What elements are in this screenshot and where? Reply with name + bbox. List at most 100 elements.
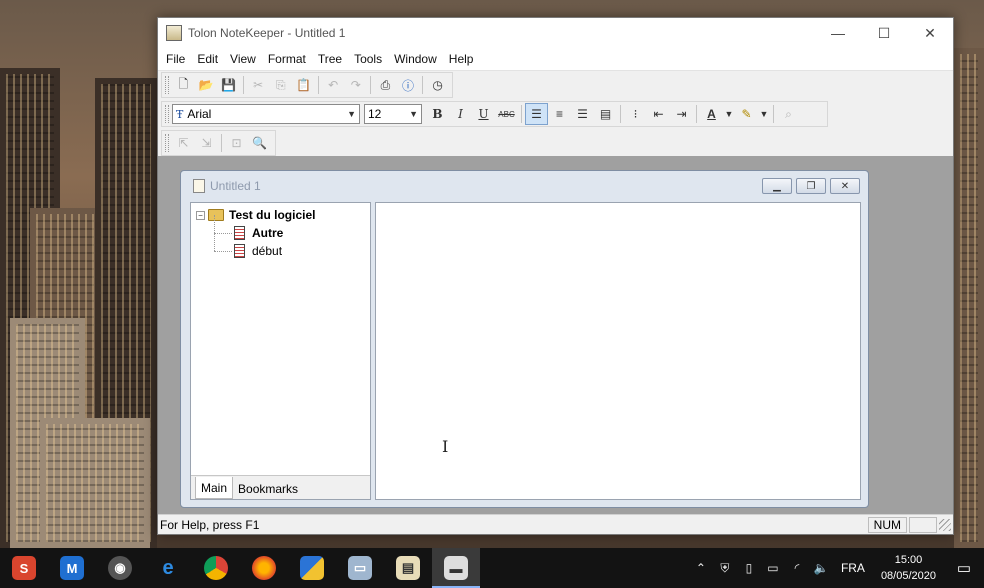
clock[interactable]: 15:00 08/05/2020 [873,552,944,584]
tree-node-autre[interactable]: Autre [196,215,370,242]
child-restore-button[interactable]: ❐ [796,178,826,194]
tab-main[interactable]: Main [195,477,234,499]
taskbar-app[interactable]: e [144,548,192,588]
underline-button[interactable]: U [472,103,495,125]
move-node-down-icon[interactable]: ⇲ [195,132,218,154]
strikethrough-button[interactable]: ABC [495,103,518,125]
paste-icon[interactable]: 📋 [292,74,315,96]
taskbar-app[interactable]: ▤ [384,548,432,588]
resize-grip[interactable] [939,518,951,531]
chevron-down-icon: ▼ [347,109,356,119]
truetype-font-icon: Ŧ [176,108,184,121]
taskbar-app[interactable]: ◉ [96,548,144,588]
font-family-select[interactable]: Ŧ Arial ▼ [172,104,360,124]
document-icon[interactable] [193,179,205,193]
taskbar-app[interactable] [288,548,336,588]
menu-window[interactable]: Window [388,52,443,66]
taskbar-app[interactable]: M [48,548,96,588]
tree-node-label: Autre [252,226,284,240]
align-center-icon[interactable]: ≡ [548,103,571,125]
tree-node-debut[interactable]: début [196,233,370,260]
help-icon[interactable]: ⓘ [397,74,420,96]
menu-file[interactable]: File [160,52,191,66]
new-icon[interactable]: 🗋 [172,74,195,96]
menu-view[interactable]: View [224,52,262,66]
justify-icon[interactable]: ▤ [594,103,617,125]
taskbar-app-active[interactable]: ▬ [432,548,480,588]
highlight-icon[interactable]: ✎ [735,103,758,125]
maximize-button[interactable]: ☐ [861,18,907,48]
clock-date: 08/05/2020 [880,570,936,582]
decrease-indent-icon[interactable]: ⇤ [647,103,670,125]
save-icon[interactable]: 💾 [217,74,240,96]
standard-toolbar: 🗋 📂 💾 ✂ ⎘ 📋 ↶ ↷ ⎙ ⓘ ◷ [161,72,453,98]
minimize-button[interactable]: — [815,18,861,48]
redo-icon[interactable]: ↷ [344,74,367,96]
notification-icon[interactable]: ▭ [944,559,984,577]
taskbar: S M ◉ e ▭ ▤ ▬ ⌃ ⛨ ▯ ▭ ◜ 🔈 FRA 15:00 08/0… [0,548,984,588]
increase-indent-icon[interactable]: ⇥ [670,103,693,125]
find-icon[interactable]: ⌕ [777,103,800,125]
menu-format[interactable]: Format [262,52,312,66]
menu-help[interactable]: Help [443,52,480,66]
taskbar-app[interactable] [240,548,288,588]
language-indicator[interactable]: FRA [833,561,873,575]
title-bar[interactable]: Tolon NoteKeeper - Untitled 1 — ☐ ✕ [158,18,953,48]
chevron-down-icon[interactable]: ▼ [723,103,735,125]
wifi-icon[interactable]: ◜ [785,561,809,575]
move-node-up-icon[interactable]: ⇱ [172,132,195,154]
clock-time: 15:00 [894,554,923,566]
usb-icon[interactable]: ▯ [737,561,761,575]
volume-icon[interactable]: 🔈 [809,561,833,575]
copy-icon[interactable]: ⎘ [270,74,293,96]
open-icon[interactable]: 📂 [195,74,218,96]
fit-icon[interactable]: ⊡ [225,132,248,154]
align-left-icon[interactable]: ☰ [525,103,548,125]
toolbar-grip[interactable] [165,105,169,123]
taskbar-app[interactable]: S [0,548,48,588]
note-editor[interactable]: I [375,202,861,500]
document-title-bar[interactable]: Untitled 1 ▁ ❐ ✕ [181,171,868,201]
menu-edit[interactable]: Edit [191,52,224,66]
document-title: Untitled 1 [210,179,261,193]
child-close-button[interactable]: ✕ [830,178,860,194]
print-icon[interactable]: ⎙ [374,74,397,96]
undo-icon[interactable]: ↶ [322,74,345,96]
tree-node-root[interactable]: − Test du logiciel [196,206,370,224]
edge-icon: e [162,556,174,579]
chrome-icon [204,556,228,580]
clock-icon[interactable]: ◷ [426,74,449,96]
toolbar-grip[interactable] [165,134,169,152]
taskbar-app[interactable] [192,548,240,588]
font-family-value: Arial [187,107,212,121]
toolbar-grip[interactable] [165,76,169,94]
note-icon [234,226,245,240]
toolbar-separator [422,76,424,94]
chevron-down-icon[interactable]: ▼ [758,103,770,125]
zoom-icon[interactable]: 🔍 [248,132,271,154]
toolbar-separator [317,76,319,94]
taskbar-app[interactable]: ▭ [336,548,384,588]
italic-button[interactable]: I [449,103,472,125]
collapse-icon[interactable]: − [196,210,205,220]
menu-tree[interactable]: Tree [312,52,348,66]
chevron-up-icon[interactable]: ⌃ [689,561,713,575]
notekeeper-app-icon[interactable] [166,25,182,41]
menu-tools[interactable]: Tools [348,52,388,66]
bullet-list-icon[interactable]: ⁝ [624,103,647,125]
align-right-icon[interactable]: ☰ [571,103,594,125]
font-size-select[interactable]: 12 ▼ [364,104,422,124]
note-tree[interactable]: − Test du logiciel Autre début [191,203,370,260]
bold-button[interactable]: B [426,103,449,125]
battery-icon[interactable]: ▭ [761,561,785,575]
status-panel [909,516,937,533]
menu-bar: File Edit View Format Tree Tools Window … [158,48,953,70]
child-minimize-button[interactable]: ▁ [762,178,792,194]
font-color-icon[interactable]: A [700,103,723,125]
defender-icon[interactable]: ⛨ [713,561,737,576]
chevron-down-icon: ▼ [409,109,418,119]
close-button[interactable]: ✕ [907,18,953,48]
cut-icon[interactable]: ✂ [247,74,270,96]
tab-bookmarks[interactable]: Bookmarks [233,478,303,499]
status-help-text: For Help, press F1 [160,517,260,532]
